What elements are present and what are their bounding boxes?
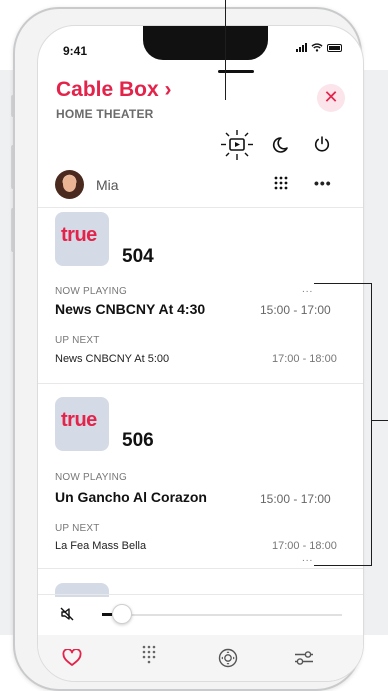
volume-slider-thumb[interactable] bbox=[112, 604, 132, 624]
phone-screen: 9:41 Cable Box › HOME THEATER ✕ Mia ••• … bbox=[37, 25, 364, 682]
volume-track[interactable] bbox=[102, 614, 342, 616]
divider bbox=[38, 568, 363, 569]
channel-logo[interactable]: true bbox=[55, 212, 109, 266]
more-dots-icon[interactable]: ... bbox=[302, 284, 313, 295]
divider bbox=[38, 383, 363, 384]
channel-logo-text: true bbox=[61, 224, 97, 246]
divider bbox=[38, 594, 363, 595]
status-icons bbox=[296, 43, 342, 52]
power-icon[interactable] bbox=[313, 135, 331, 153]
now-playing-title[interactable]: Un Gancho Al Corazon bbox=[55, 489, 207, 505]
mute-icon[interactable] bbox=[59, 606, 75, 622]
tab-bar bbox=[38, 635, 363, 681]
now-playing-time: 15:00 - 17:00 bbox=[260, 303, 331, 317]
more-dots-icon[interactable]: ... bbox=[302, 553, 313, 564]
divider bbox=[38, 207, 363, 208]
channel-logo[interactable]: true bbox=[55, 397, 109, 451]
keypad-grid-icon[interactable] bbox=[274, 176, 288, 190]
heart-icon[interactable] bbox=[62, 649, 82, 667]
callout-line bbox=[225, 0, 226, 100]
moon-icon[interactable] bbox=[271, 136, 289, 154]
callout-line bbox=[371, 283, 372, 565]
user-name[interactable]: Mia bbox=[96, 177, 119, 193]
input-source-icon[interactable] bbox=[220, 128, 254, 162]
up-next-label: UP NEXT bbox=[55, 523, 100, 534]
callout-line bbox=[314, 283, 372, 284]
dpad-icon[interactable] bbox=[218, 648, 238, 668]
channel-number: 504 bbox=[122, 246, 154, 267]
sheet-grabber[interactable] bbox=[218, 70, 254, 73]
up-next-title[interactable]: News CNBCNY At 5:00 bbox=[55, 353, 169, 365]
status-time: 9:41 bbox=[63, 44, 88, 58]
up-next-time: 17:00 - 18:00 bbox=[272, 353, 337, 365]
channel-logo-text: true bbox=[61, 409, 97, 431]
now-playing-time: 15:00 - 17:00 bbox=[260, 492, 331, 506]
channel-number: 506 bbox=[122, 430, 154, 451]
device-title[interactable]: Cable Box › bbox=[56, 78, 172, 102]
close-button[interactable]: ✕ bbox=[317, 84, 345, 112]
avatar[interactable] bbox=[55, 170, 84, 199]
callout-line bbox=[371, 420, 388, 421]
keypad-icon[interactable] bbox=[142, 645, 156, 667]
battery-icon bbox=[327, 43, 342, 52]
now-playing-label: NOW PLAYING bbox=[55, 472, 128, 483]
wifi-icon bbox=[311, 43, 323, 52]
up-next-time: 17:00 - 18:00 bbox=[272, 540, 337, 552]
signal-icon bbox=[296, 43, 307, 52]
up-next-title[interactable]: La Fea Mass Bella bbox=[55, 540, 146, 552]
now-playing-title[interactable]: News CNBCNY At 4:30 bbox=[55, 301, 205, 317]
volume-fill bbox=[102, 613, 112, 616]
phone-frame: 9:41 Cable Box › HOME THEATER ✕ Mia ••• … bbox=[13, 7, 364, 691]
callout-line bbox=[314, 565, 372, 566]
more-icon[interactable]: ••• bbox=[314, 175, 332, 191]
up-next-label: UP NEXT bbox=[55, 335, 100, 346]
phone-notch bbox=[143, 26, 268, 60]
settings-icon[interactable] bbox=[294, 650, 314, 666]
now-playing-label: NOW PLAYING bbox=[55, 286, 128, 297]
room-subtitle: HOME THEATER bbox=[56, 107, 154, 121]
